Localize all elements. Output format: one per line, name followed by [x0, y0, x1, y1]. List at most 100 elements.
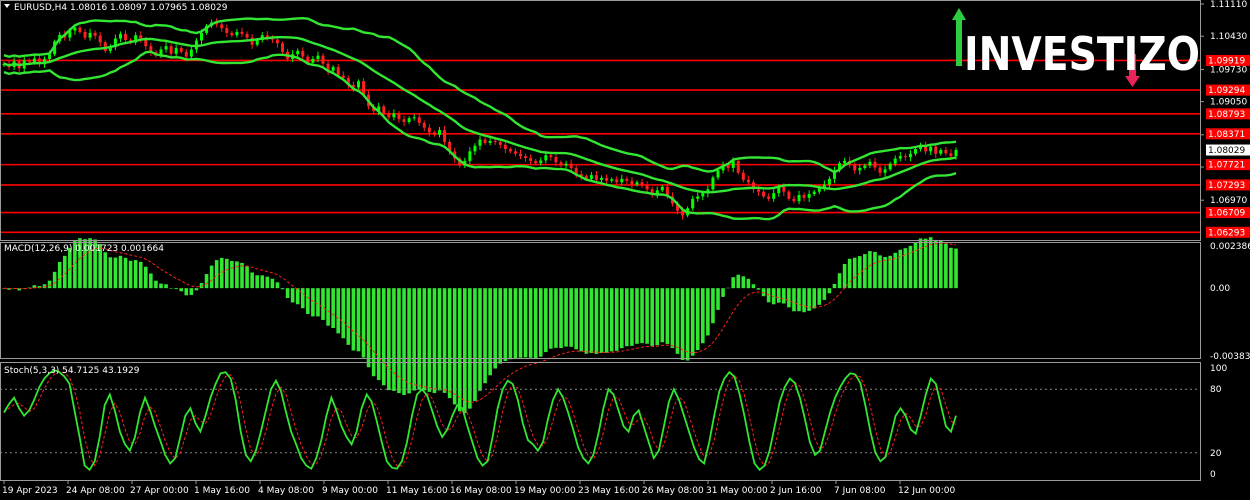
candle-body [473, 145, 477, 152]
macd-bar [736, 274, 741, 289]
candle-body [539, 160, 543, 164]
macd-bar [113, 257, 118, 289]
macd-bar [817, 288, 822, 305]
candle-body [27, 60, 31, 63]
trading-chart[interactable]: 1.111101.104301.097301.090501.083501.076… [0, 0, 1250, 500]
time-axis-label: 27 Apr 00:00 [130, 486, 189, 496]
candle-body [802, 195, 806, 198]
candle-body [908, 153, 912, 158]
candle-body [493, 140, 497, 142]
macd-bar [564, 288, 568, 347]
investizo-logo: INVESTIZO [952, 8, 1200, 87]
macd-bar [103, 252, 108, 289]
chart-menu-triangle-icon[interactable] [4, 4, 10, 8]
candle-body [443, 130, 447, 142]
candle-body [321, 55, 325, 64]
macd-bar [604, 288, 609, 353]
candle-body [189, 49, 193, 57]
macd-bar [751, 284, 756, 289]
macd-bar [609, 288, 614, 352]
macd-bar [898, 249, 903, 289]
candle-body [564, 163, 568, 166]
candle-body [225, 28, 229, 33]
macd-bar [792, 288, 796, 312]
macd-bar [311, 288, 315, 317]
time-axis-label: 26 May 08:00 [642, 486, 704, 496]
candle-body [73, 27, 77, 31]
candle-body [392, 113, 396, 118]
candle-body [898, 156, 902, 159]
macd-bar [731, 277, 735, 289]
candle-body [645, 185, 649, 190]
macd-bar [559, 288, 563, 349]
macd-bar [331, 288, 335, 329]
macd-bar [797, 288, 801, 312]
candle-body [934, 146, 938, 154]
macd-bar [883, 256, 887, 289]
candle-body [407, 118, 411, 123]
stoch-axis-label: 100 [1210, 364, 1227, 374]
time-axis-label: 16 May 08:00 [450, 486, 512, 496]
candle-body [32, 58, 36, 63]
macd-bar [827, 288, 832, 294]
macd-bar [756, 288, 761, 290]
stoch-axis-label: 0 [1210, 470, 1216, 480]
macd-bar [665, 288, 670, 344]
candle-body [296, 50, 300, 55]
macd-bar [346, 288, 351, 345]
macd-panel[interactable]: 0.002386 0.00 -0.003839 [2, 237, 1250, 414]
macd-bar [569, 288, 573, 347]
macd-bar [852, 257, 857, 289]
macd-bar [503, 288, 508, 362]
candle-body [118, 33, 122, 39]
macd-bar [366, 288, 371, 368]
macd-bar [447, 288, 452, 399]
candle-body [929, 146, 933, 152]
candle-body [397, 113, 401, 120]
macd-bar [508, 288, 513, 360]
candle-body [387, 113, 391, 118]
macd-bar [275, 282, 280, 289]
candle-body [184, 51, 188, 57]
macd-bar [954, 248, 958, 289]
macd-bar [599, 288, 604, 353]
macd-bar [341, 288, 346, 339]
candle-body [635, 182, 639, 185]
candle-body [944, 149, 948, 154]
candle-body [640, 182, 644, 186]
candle-body [549, 155, 553, 158]
macd-bar [635, 288, 639, 344]
macd-bar [933, 239, 938, 289]
candle-body [48, 54, 52, 59]
candle-body [524, 156, 528, 159]
macd-bar [655, 288, 660, 346]
macd-bar [533, 288, 538, 359]
candle-body [488, 140, 492, 143]
candle-body [534, 160, 538, 164]
macd-bar [949, 247, 953, 289]
macd-bar [285, 288, 290, 298]
macd-bar [726, 287, 730, 289]
macd-bar [640, 288, 644, 344]
macd-bar [316, 288, 320, 317]
macd-bar [888, 255, 892, 289]
logo-text: INVESTIZO [964, 27, 1200, 81]
macd-bar [159, 283, 163, 289]
price-axis-label: 1.09730 [1210, 65, 1247, 75]
macd-bar [594, 288, 599, 354]
macd-bar [706, 288, 710, 336]
macd-bar [832, 283, 837, 289]
macd-bar [427, 288, 432, 392]
candle-body [164, 46, 168, 50]
macd-bar [493, 288, 497, 369]
stochastic-panel[interactable]: 100 80 20 0 [0, 364, 1227, 480]
candle-body [169, 46, 173, 54]
time-axis-label: 9 May 00:00 [322, 486, 378, 496]
candle-body [746, 179, 750, 183]
time-axis: 19 Apr 2023 24 Apr 08:00 27 Apr 00:00 1 May… [2, 480, 955, 496]
macd-bar [184, 288, 189, 296]
candle-body [311, 58, 315, 63]
macd-bar [169, 288, 173, 289]
candle-body [245, 33, 249, 38]
macd-bar [128, 260, 133, 289]
